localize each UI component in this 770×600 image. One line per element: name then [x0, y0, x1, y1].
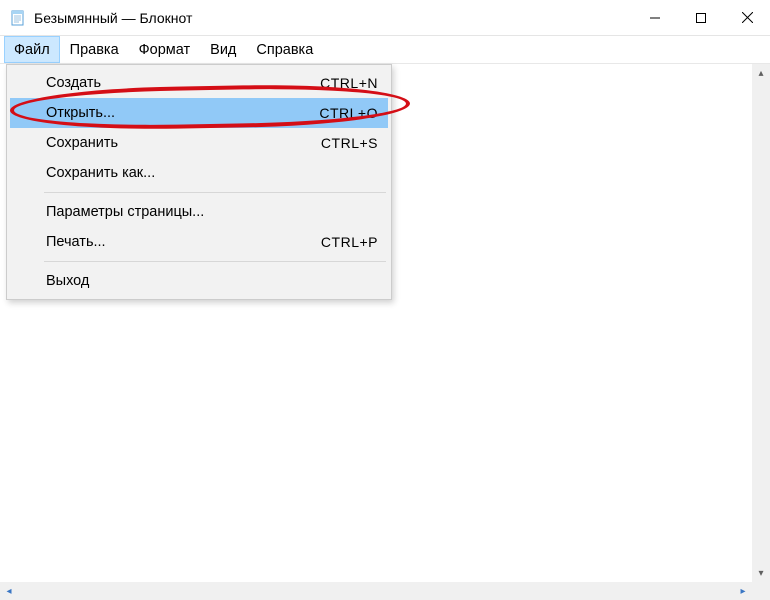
menu-item-label: Печать... — [46, 234, 321, 250]
menu-item-shortcut: CTRL+S — [321, 135, 378, 151]
horizontal-scrollbar[interactable]: ◂ ▸ — [0, 582, 752, 600]
menu-item-shortcut: CTRL+O — [319, 105, 378, 121]
menu-item-save-as[interactable]: Сохранить как... — [10, 158, 388, 188]
menu-item-open[interactable]: Открыть... CTRL+O — [10, 98, 388, 128]
menu-format[interactable]: Формат — [129, 36, 201, 63]
menu-item-shortcut: CTRL+N — [320, 75, 378, 91]
vertical-scrollbar[interactable]: ▴ ▾ — [752, 64, 770, 582]
menu-help[interactable]: Справка — [246, 36, 323, 63]
file-menu-dropdown: Создать CTRL+N Открыть... CTRL+O Сохрани… — [6, 64, 392, 300]
minimize-button[interactable] — [632, 0, 678, 36]
close-button[interactable] — [724, 0, 770, 36]
titlebar: Безымянный — Блокнот — [0, 0, 770, 36]
menu-item-shortcut: CTRL+P — [321, 234, 378, 250]
menu-item-new[interactable]: Создать CTRL+N — [10, 68, 388, 98]
menu-item-save[interactable]: Сохранить CTRL+S — [10, 128, 388, 158]
scroll-up-arrow-icon[interactable]: ▴ — [752, 64, 770, 82]
app-icon — [8, 8, 28, 28]
menu-item-label: Создать — [46, 75, 320, 91]
menu-item-label: Сохранить как... — [46, 165, 378, 181]
scroll-down-arrow-icon[interactable]: ▾ — [752, 564, 770, 582]
menu-item-print[interactable]: Печать... CTRL+P — [10, 227, 388, 257]
menu-file[interactable]: Файл — [4, 36, 60, 63]
menu-item-label: Открыть... — [46, 105, 319, 121]
menu-edit-label: Правка — [70, 42, 119, 58]
menu-view-label: Вид — [210, 42, 236, 58]
menu-separator — [44, 261, 386, 262]
menu-edit[interactable]: Правка — [60, 36, 129, 63]
menu-separator — [44, 192, 386, 193]
menu-item-label: Сохранить — [46, 135, 321, 151]
scroll-right-arrow-icon[interactable]: ▸ — [734, 582, 752, 600]
menu-item-label: Выход — [46, 273, 378, 289]
menu-help-label: Справка — [256, 42, 313, 58]
menu-item-label: Параметры страницы... — [46, 204, 378, 220]
menu-view[interactable]: Вид — [200, 36, 246, 63]
scroll-corner — [752, 582, 770, 600]
menu-item-exit[interactable]: Выход — [10, 266, 388, 296]
menu-item-page-setup[interactable]: Параметры страницы... — [10, 197, 388, 227]
maximize-button[interactable] — [678, 0, 724, 36]
menu-format-label: Формат — [139, 42, 191, 58]
scroll-left-arrow-icon[interactable]: ◂ — [0, 582, 18, 600]
window-title: Безымянный — Блокнот — [34, 10, 632, 26]
menu-file-label: Файл — [14, 42, 50, 58]
menubar: Файл Правка Формат Вид Справка — [0, 36, 770, 64]
